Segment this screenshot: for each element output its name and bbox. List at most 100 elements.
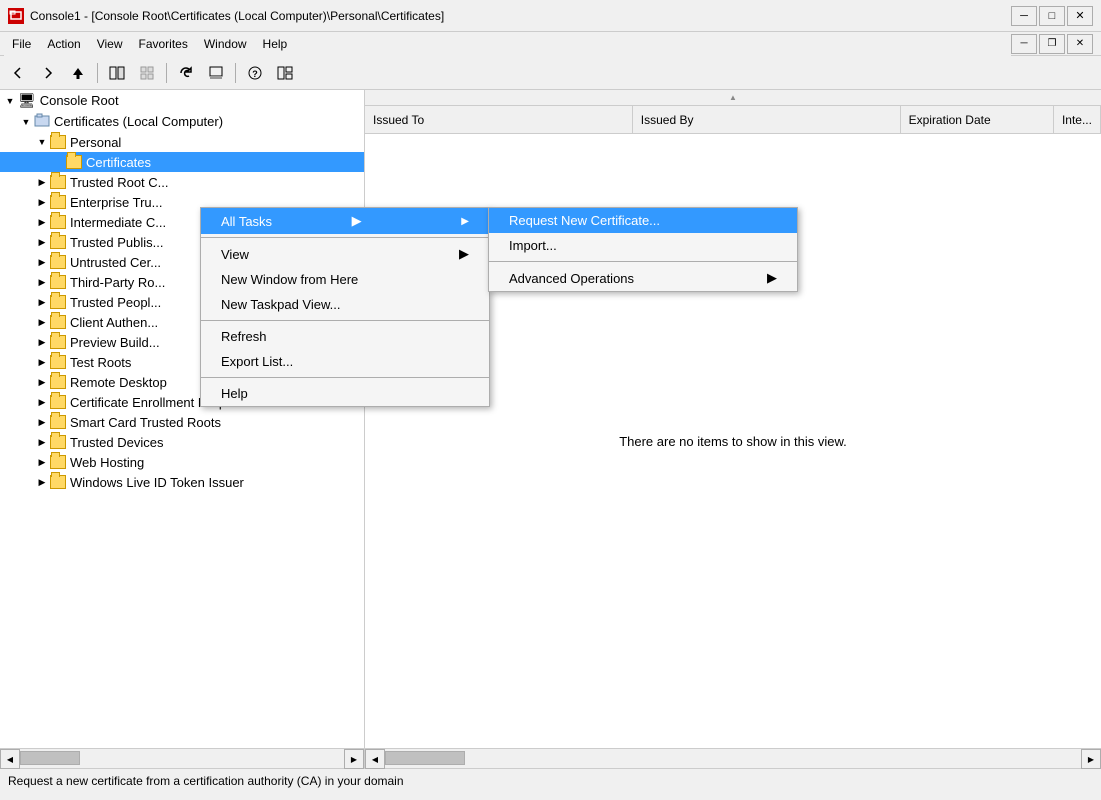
enterprise-tru-icon: [50, 195, 66, 209]
export-button[interactable]: [202, 60, 230, 86]
menu-view[interactable]: View: [89, 35, 131, 53]
expand-windows-live[interactable]: [34, 474, 50, 490]
ctx-new-taskpad[interactable]: New Taskpad View...: [201, 292, 489, 317]
sub-advanced-ops[interactable]: Advanced Operations ▶: [489, 265, 797, 291]
col-issued-by[interactable]: Issued By: [633, 106, 901, 133]
expand-web-hosting[interactable]: [34, 454, 50, 470]
right-scroll-track[interactable]: [385, 749, 1081, 768]
expand-preview-build[interactable]: [34, 334, 50, 350]
col-issued-to[interactable]: Issued To: [365, 106, 633, 133]
context-menu: All Tasks ▶ View ▶ New Window from Here …: [200, 207, 490, 407]
expand-intermediate[interactable]: [34, 214, 50, 230]
ctx-new-window[interactable]: New Window from Here: [201, 267, 489, 292]
left-scroll[interactable]: ◀ ▶: [0, 749, 365, 768]
right-scroll[interactable]: ◀ ▶: [365, 749, 1101, 768]
left-scroll-thumb[interactable]: [20, 751, 80, 765]
windows-live-label: Windows Live ID Token Issuer: [70, 475, 244, 490]
minimize-button[interactable]: ─: [1011, 6, 1037, 26]
expand-enterprise-tru[interactable]: [34, 194, 50, 210]
scroll-right-end-btn[interactable]: ▶: [1081, 749, 1101, 769]
trusted-root-icon: [50, 175, 66, 189]
sub-request-new[interactable]: Request New Certificate...: [489, 208, 797, 233]
remote-desktop-label: Remote Desktop: [70, 375, 167, 390]
trusted-publis-icon: [50, 235, 66, 249]
tree-windows-live[interactable]: Windows Live ID Token Issuer: [0, 472, 364, 492]
inner-minimize-button[interactable]: ─: [1011, 34, 1037, 54]
tree-trusted-root[interactable]: Trusted Root C...: [0, 172, 364, 192]
forward-button[interactable]: [34, 60, 62, 86]
web-hosting-icon: [50, 455, 66, 469]
menu-favorites[interactable]: Favorites: [131, 35, 196, 53]
right-panel: ▲ Issued To Issued By Expiration Date In…: [365, 90, 1101, 748]
close-button[interactable]: ✕: [1067, 6, 1093, 26]
tree-certificates[interactable]: Certificates: [0, 152, 364, 172]
scroll-right-left-btn[interactable]: ▶: [344, 749, 364, 769]
title-bar-buttons: ─ □ ✕: [1011, 6, 1093, 26]
cert-enrollment-icon: [50, 395, 66, 409]
menu-file[interactable]: File: [4, 35, 39, 53]
window-title: Console1 - [Console Root\Certificates (L…: [30, 9, 1011, 23]
scroll-right-start-btn[interactable]: ◀: [365, 749, 385, 769]
tree-certs-local[interactable]: Certificates (Local Computer): [0, 111, 364, 132]
tree-web-hosting[interactable]: Web Hosting: [0, 452, 364, 472]
back-button[interactable]: [4, 60, 32, 86]
scroll-up-indicator[interactable]: ▲: [365, 90, 1101, 106]
expand-cert-enrollment[interactable]: [34, 394, 50, 410]
expand-untrusted-cer[interactable]: [34, 254, 50, 270]
tree-console-root[interactable]: 🖥 Console Root: [0, 90, 364, 111]
menu-window[interactable]: Window: [196, 35, 255, 53]
third-party-ro-label: Third-Party Ro...: [70, 275, 165, 290]
col-int[interactable]: Inte...: [1054, 106, 1101, 133]
col-expiry[interactable]: Expiration Date: [901, 106, 1054, 133]
maximize-button[interactable]: □: [1039, 6, 1065, 26]
help-button[interactable]: ?: [241, 60, 269, 86]
tree-personal[interactable]: Personal: [0, 132, 364, 152]
sub-sep-1: [489, 261, 797, 262]
left-panel[interactable]: 🖥 Console Root Certificates (Local Compu…: [0, 90, 365, 748]
expand-remote-desktop[interactable]: [34, 374, 50, 390]
menu-help[interactable]: Help: [255, 35, 296, 53]
client-authen-icon: [50, 315, 66, 329]
menu-action[interactable]: Action: [39, 35, 88, 53]
expand-console-root[interactable]: [2, 93, 18, 109]
tree-smart-card-trusted[interactable]: Smart Card Trusted Roots: [0, 412, 364, 432]
toolbar-sep-2: [166, 63, 167, 83]
left-scroll-track[interactable]: [20, 749, 344, 768]
expand-third-party-ro[interactable]: [34, 274, 50, 290]
intermediate-label: Intermediate C...: [70, 215, 166, 230]
right-scroll-thumb[interactable]: [385, 751, 465, 765]
expand-smart-card-trusted[interactable]: [34, 414, 50, 430]
client-authen-label: Client Authen...: [70, 315, 158, 330]
preview-build-label: Preview Build...: [70, 335, 160, 350]
refresh-button[interactable]: [172, 60, 200, 86]
expand-personal[interactable]: [34, 134, 50, 150]
inner-maximize-button[interactable]: ❐: [1039, 34, 1065, 54]
certs-local-label: Certificates (Local Computer): [54, 114, 223, 129]
expand-certs-local[interactable]: [18, 114, 34, 130]
sub-import[interactable]: Import...: [489, 233, 797, 258]
ctx-help[interactable]: Help: [201, 381, 489, 406]
ctx-export-list[interactable]: Export List...: [201, 349, 489, 374]
scroll-left-btn[interactable]: ◀: [0, 749, 20, 769]
up-button[interactable]: [64, 60, 92, 86]
tree-trusted-devices[interactable]: Trusted Devices: [0, 432, 364, 452]
toolbar-sep-3: [235, 63, 236, 83]
ctx-refresh-label: Refresh: [221, 329, 267, 344]
ctx-refresh[interactable]: Refresh: [201, 324, 489, 349]
ctx-all-tasks[interactable]: All Tasks ▶: [201, 208, 489, 234]
show-hide-button[interactable]: [103, 60, 131, 86]
expand-trusted-devices[interactable]: [34, 434, 50, 450]
ctx-export-list-label: Export List...: [221, 354, 293, 369]
expand-trusted-peopl[interactable]: [34, 294, 50, 310]
expand-trusted-root[interactable]: [34, 174, 50, 190]
expand-test-roots[interactable]: [34, 354, 50, 370]
inner-close-button[interactable]: ✕: [1067, 34, 1093, 54]
ctx-view[interactable]: View ▶: [201, 241, 489, 267]
expand-client-authen[interactable]: [34, 314, 50, 330]
view-button[interactable]: [133, 60, 161, 86]
properties-button[interactable]: [271, 60, 299, 86]
certificates-label: Certificates: [86, 155, 151, 170]
untrusted-cer-icon: [50, 255, 66, 269]
expand-trusted-publis[interactable]: [34, 234, 50, 250]
smart-card-trusted-icon: [50, 415, 66, 429]
